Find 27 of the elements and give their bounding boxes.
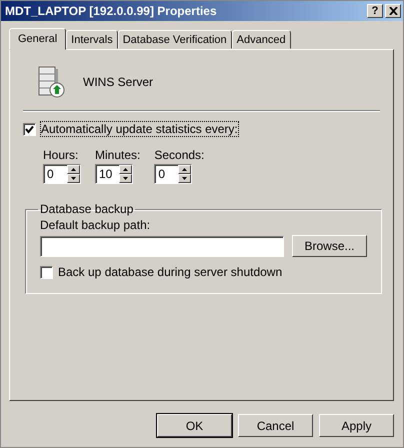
- dialog-button[interactable]: Apply: [319, 414, 394, 437]
- close-button[interactable]: [385, 4, 401, 18]
- spinner-field[interactable]: 10: [95, 164, 133, 184]
- spinner-field[interactable]: 0: [154, 164, 192, 184]
- tab[interactable]: Database Verification: [118, 30, 232, 49]
- path-field[interactable]: [40, 236, 284, 256]
- field-label: Default backup path:: [40, 218, 152, 232]
- dialog-button[interactable]: OK: [157, 414, 232, 437]
- checkbox-label[interactable]: Automatically update statistics every:: [41, 122, 238, 136]
- help-button[interactable]: ?: [367, 4, 383, 18]
- group-title: Database backup: [39, 202, 134, 216]
- spinner-field[interactable]: 0: [43, 164, 81, 184]
- tab[interactable]: Intervals: [66, 30, 118, 49]
- spinner-label: Hours:: [43, 148, 80, 162]
- server-icon: [37, 66, 65, 98]
- tab[interactable]: Advanced: [232, 30, 291, 49]
- dialog-button[interactable]: Cancel: [238, 414, 313, 437]
- spinner-label: Seconds:: [154, 148, 204, 162]
- server-name: WINS Server: [83, 75, 154, 89]
- checkbox[interactable]: [23, 122, 36, 136]
- tab[interactable]: General: [9, 28, 66, 50]
- close-icon: [388, 7, 398, 15]
- spinner-label: Minutes:: [95, 148, 140, 162]
- browse-button[interactable]: Browse...: [292, 235, 367, 257]
- window-title: MDT_LAPTOP [192.0.0.99] Properties: [5, 4, 217, 18]
- checkbox-label[interactable]: Back up database during server shutdown: [58, 265, 282, 279]
- checkbox[interactable]: [40, 266, 53, 278]
